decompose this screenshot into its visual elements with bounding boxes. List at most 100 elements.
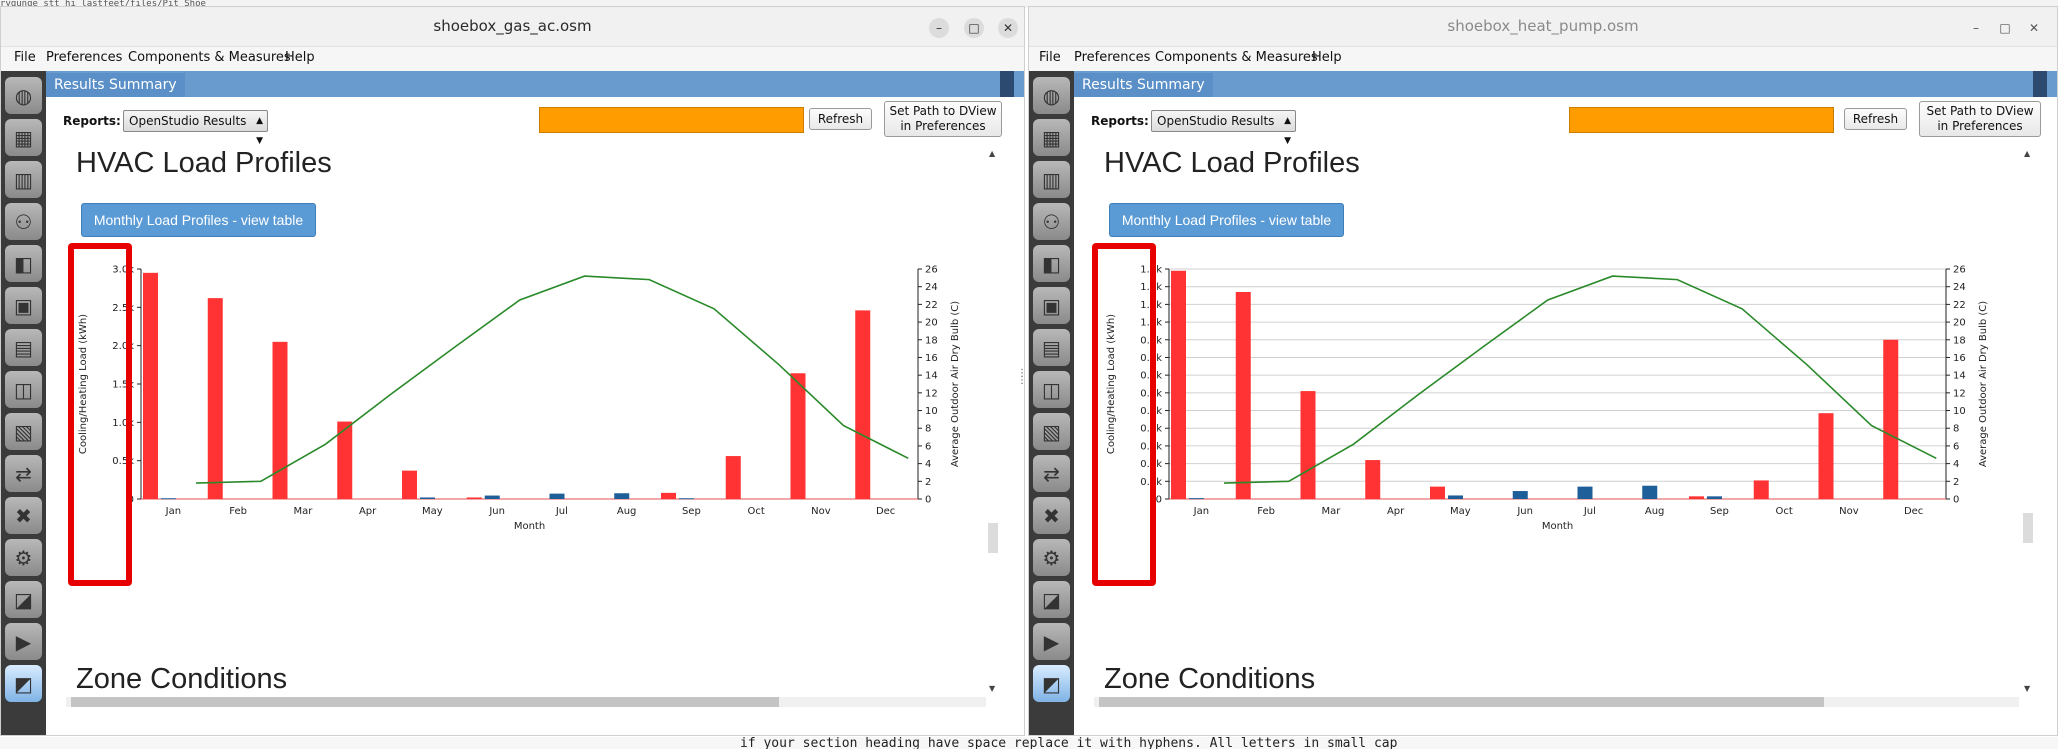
x-tick-label: Oct <box>1775 506 1792 517</box>
menu-file[interactable]: File <box>1039 50 1061 65</box>
horizontal-scrollbar[interactable] <box>66 697 986 707</box>
site-icon[interactable]: ◍ <box>5 77 42 114</box>
heating-bar <box>725 456 741 499</box>
close-icon[interactable]: ✕ <box>998 18 1018 38</box>
thermal-zones-icon[interactable]: ▧ <box>5 413 42 450</box>
variables-icon[interactable]: ✖ <box>5 497 42 534</box>
variables-icon[interactable]: ✖ <box>1033 497 1070 534</box>
titlebar[interactable]: shoebox_gas_ac.osm – □ ✕ <box>1 7 1024 47</box>
space-types-icon[interactable]: ◧ <box>1033 245 1070 282</box>
report-view: HVAC Load Profiles Monthly Load Profiles… <box>1074 145 2057 735</box>
refresh-button[interactable]: Refresh <box>1844 108 1907 130</box>
spaces-icon[interactable]: ◫ <box>1033 371 1070 408</box>
cooling-bar <box>420 497 435 499</box>
y-tick-label: 0 <box>1156 495 1162 506</box>
vertical-scrollbar-thumb[interactable] <box>2023 513 2033 543</box>
site-icon[interactable]: ◍ <box>1033 77 1070 114</box>
loads-icon[interactable]: ⚇ <box>1033 203 1070 240</box>
menu-file[interactable]: File <box>14 50 36 65</box>
schedules-icon[interactable]: ▦ <box>1033 119 1070 156</box>
y2-tick-label: 18 <box>1953 335 1966 346</box>
maximize-icon[interactable]: □ <box>964 18 984 38</box>
vertical-scrollbar-thumb[interactable] <box>988 523 998 553</box>
schedules-icon[interactable]: ▦ <box>5 119 42 156</box>
tab-bar-cap <box>2033 71 2047 97</box>
x-axis-label: Month <box>514 521 545 532</box>
heating-bar <box>207 298 223 499</box>
y2-tick-label: 2 <box>1953 477 1959 488</box>
simulation-settings-icon[interactable]: ⚙ <box>5 539 42 576</box>
thermal-zones-icon[interactable]: ▧ <box>1033 413 1070 450</box>
cooling-bar <box>1189 498 1204 500</box>
menu-components-measures[interactable]: Components & Measures <box>128 50 291 65</box>
geometry-icon[interactable]: ▣ <box>5 287 42 324</box>
y2-tick-label: 26 <box>1953 265 1966 276</box>
dview-path-button[interactable]: Set Path to DView in Preferences <box>884 101 1002 137</box>
geometry-icon[interactable]: ▣ <box>1033 287 1070 324</box>
run-icon[interactable]: ▶ <box>5 623 42 660</box>
x-tick-label: Jan <box>1193 506 1209 517</box>
tab-results-summary[interactable]: Results Summary <box>1074 73 1213 97</box>
cooling-bar <box>1448 495 1463 499</box>
heating-bar <box>1753 480 1769 499</box>
menu-help[interactable]: Help <box>285 50 315 65</box>
minimize-icon[interactable]: – <box>929 18 949 38</box>
tab-results-summary[interactable]: Results Summary <box>46 73 185 97</box>
x-tick-label: Dec <box>876 506 895 517</box>
menu-preferences[interactable]: Preferences <box>46 50 122 65</box>
spaces-icon[interactable]: ◫ <box>5 371 42 408</box>
horizontal-scrollbar-thumb[interactable] <box>1099 697 1824 707</box>
x-tick-label: Nov <box>1839 506 1859 517</box>
sidebar: ◍ ▦ ▥ ⚇ ◧ ▣ ▤ ◫ ▧ ⇄ ✖ ⚙ ◪ ▶ ◩ <box>1 71 46 735</box>
menu-help[interactable]: Help <box>1312 50 1342 65</box>
scroll-up-arrow-icon[interactable]: ▲ <box>989 149 995 158</box>
scroll-down-arrow-icon[interactable]: ▼ <box>989 684 995 693</box>
y2-tick-label: 2 <box>925 477 931 488</box>
hvac-systems-icon[interactable]: ⇄ <box>1033 455 1070 492</box>
measures-icon[interactable]: ◪ <box>5 581 42 618</box>
reports-select[interactable]: OpenStudio Results ▲ ▼ <box>1151 110 1296 146</box>
titlebar[interactable]: shoebox_heat_pump.osm – □ ✕ <box>1029 7 2057 47</box>
view-table-button[interactable]: Monthly Load Profiles - view table <box>81 203 316 237</box>
refresh-button[interactable]: Refresh <box>809 108 872 130</box>
tab-bar: Results Summary <box>46 71 1024 97</box>
maximize-icon[interactable]: □ <box>1995 18 2015 38</box>
facility-icon[interactable]: ▤ <box>1033 329 1070 366</box>
dview-path-button[interactable]: Set Path to DView in Preferences <box>1919 101 2041 137</box>
cooling-bar <box>1642 485 1658 499</box>
hvac-load-chart: 00.5k1.0k1.5k2.0k2.5k3.0kCooling/Heating… <box>78 265 961 533</box>
dview-path-label-line1: Set Path to DView <box>889 104 997 118</box>
y2-tick-label: 10 <box>925 406 938 417</box>
window-splitter-handle[interactable]: ⋮ ⋮ <box>1017 369 1027 400</box>
menu-components-measures[interactable]: Components & Measures <box>1155 50 1318 65</box>
window-heat-pump: shoebox_heat_pump.osm – □ ✕ File Prefere… <box>1028 6 2058 736</box>
scroll-up-arrow-icon[interactable]: ▲ <box>2024 149 2030 158</box>
y2-axis-label: Average Outdoor Air Dry Bulb (C) <box>1978 301 1989 467</box>
reports-select[interactable]: OpenStudio Results ▲ ▼ <box>123 110 268 146</box>
constructions-icon[interactable]: ▥ <box>5 161 42 198</box>
x-axis-label: Month <box>1542 521 1573 532</box>
heating-bar <box>1883 339 1899 499</box>
window-title: shoebox_heat_pump.osm <box>1447 17 1639 35</box>
measures-icon[interactable]: ◪ <box>1033 581 1070 618</box>
section-title-hvac-load-profiles: HVAC Load Profiles <box>76 147 332 179</box>
constructions-icon[interactable]: ▥ <box>1033 161 1070 198</box>
y2-tick-label: 10 <box>1953 406 1966 417</box>
results-icon[interactable]: ◩ <box>5 665 42 702</box>
run-icon[interactable]: ▶ <box>1033 623 1070 660</box>
close-icon[interactable]: ✕ <box>2024 18 2044 38</box>
scroll-down-arrow-icon[interactable]: ▼ <box>2024 684 2030 693</box>
view-table-button[interactable]: Monthly Load Profiles - view table <box>1109 203 1344 237</box>
hvac-systems-icon[interactable]: ⇄ <box>5 455 42 492</box>
heating-bar <box>1818 413 1834 499</box>
menu-preferences[interactable]: Preferences <box>1074 50 1150 65</box>
results-icon[interactable]: ◩ <box>1033 665 1070 702</box>
space-types-icon[interactable]: ◧ <box>5 245 42 282</box>
minimize-icon[interactable]: – <box>1966 18 1986 38</box>
simulation-settings-icon[interactable]: ⚙ <box>1033 539 1070 576</box>
loads-icon[interactable]: ⚇ <box>5 203 42 240</box>
x-tick-label: Oct <box>747 506 764 517</box>
facility-icon[interactable]: ▤ <box>5 329 42 366</box>
horizontal-scrollbar[interactable] <box>1094 697 2019 707</box>
horizontal-scrollbar-thumb[interactable] <box>71 697 779 707</box>
